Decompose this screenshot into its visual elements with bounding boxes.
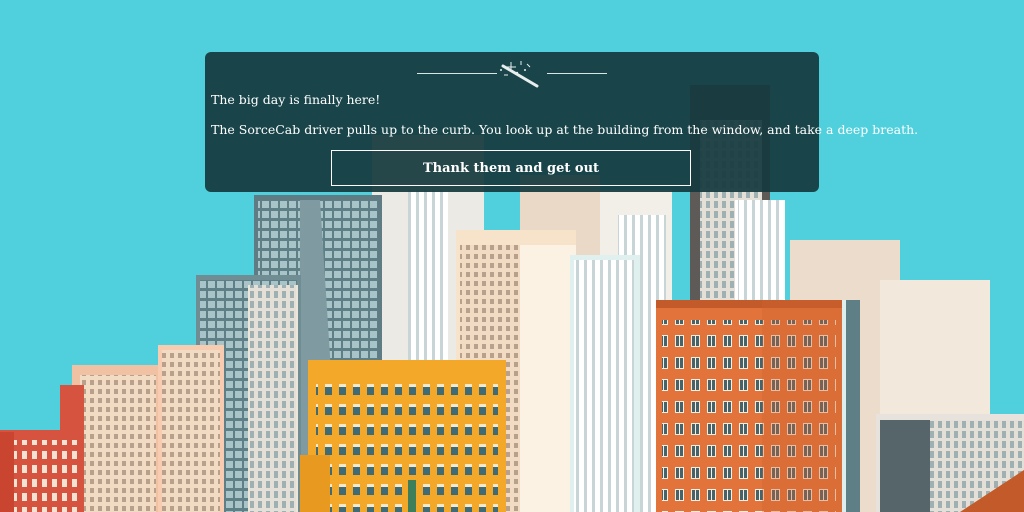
story-text-line-2: The SorceCab driver pulls up to the curb…	[211, 122, 919, 137]
magic-wand-icon	[497, 58, 545, 94]
story-text-line-1: The big day is finally here!	[211, 92, 381, 107]
thank-and-exit-button[interactable]: Thank them and get out	[331, 150, 691, 186]
divider-line-left	[417, 73, 497, 74]
divider-line-right	[547, 73, 607, 74]
story-dialog: The big day is finally here! The SorceCa…	[205, 52, 918, 192]
